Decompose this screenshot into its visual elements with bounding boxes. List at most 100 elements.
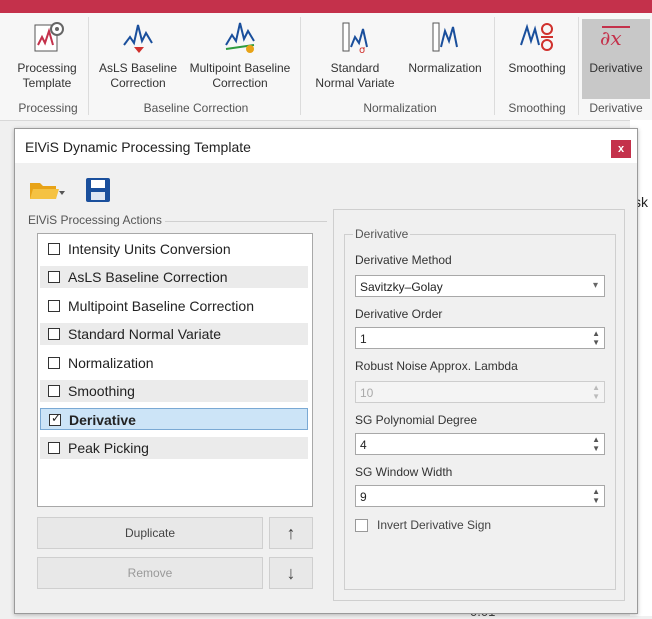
- smoothing-icon: [520, 23, 553, 51]
- action-label: Smoothing: [68, 383, 135, 399]
- ribbon-separator: [300, 17, 301, 115]
- remove-button[interactable]: Remove: [37, 557, 263, 589]
- order-value: 1: [360, 332, 367, 346]
- action-checkbox-checked[interactable]: ✓: [49, 411, 62, 426]
- derivative-order-spinner[interactable]: 1 ▲ ▼: [355, 327, 605, 349]
- degree-label: SG Polynomial Degree: [355, 413, 478, 427]
- action-label: Normalization: [68, 355, 154, 371]
- arrow-up-icon: ↑: [286, 523, 296, 543]
- action-label: Intensity Units Conversion: [68, 241, 231, 257]
- action-label: Standard Normal Variate: [68, 326, 222, 342]
- derivative-icon: ∂x: [600, 26, 630, 50]
- spinner-arrows-icon[interactable]: ▲ ▼: [592, 487, 600, 505]
- dialog-title: ElViS Dynamic Processing Template: [25, 139, 251, 155]
- actions-legend: ElViS Processing Actions: [25, 213, 165, 227]
- action-label: Derivative: [69, 412, 136, 428]
- duplicate-label: Duplicate: [124, 526, 176, 540]
- invert-sign-label: Invert Derivative Sign: [377, 518, 492, 532]
- action-item[interactable]: AsLS Baseline Correction: [40, 266, 308, 288]
- action-checkbox[interactable]: [48, 271, 60, 283]
- action-checkbox[interactable]: [48, 300, 60, 312]
- action-item[interactable]: Standard Normal Variate: [40, 323, 308, 345]
- snv-icon: σ: [342, 22, 368, 55]
- lambda-value: 10: [360, 386, 374, 400]
- action-label: Multipoint Baseline Correction: [68, 298, 254, 314]
- close-icon: x: [617, 143, 625, 155]
- move-down-button[interactable]: ↓: [269, 557, 313, 589]
- smoothing-button[interactable]: Smoothing: [500, 19, 574, 99]
- asls-baseline-button[interactable]: AsLS Baseline Correction: [96, 19, 180, 99]
- width-value: 9: [360, 490, 367, 504]
- duplicate-button[interactable]: Duplicate: [37, 517, 263, 549]
- action-item[interactable]: Smoothing: [40, 380, 308, 402]
- derivative-method-select[interactable]: Savitzky–Golay ▾: [355, 275, 605, 297]
- spinner-arrows-icon[interactable]: ▲ ▼: [592, 435, 600, 453]
- window-width-spinner[interactable]: 9 ▲ ▼: [355, 485, 605, 507]
- asls-baseline-icon: [123, 24, 153, 53]
- derivative-settings-group: Derivative Derivative Method Savitzky–Go…: [344, 227, 616, 590]
- actions-listbox[interactable]: Intensity Units Conversion AsLS Baseline…: [37, 233, 313, 507]
- derivative-label: Derivative: [589, 61, 643, 75]
- derivative-button[interactable]: ∂x Derivative: [582, 19, 650, 99]
- dialog-body: ElViS Processing Actions Intensity Units…: [15, 163, 637, 613]
- svg-text:σ: σ: [359, 45, 366, 55]
- method-label: Derivative Method: [355, 253, 452, 267]
- action-item-selected[interactable]: ✓ Derivative: [40, 408, 308, 430]
- smoothing-label: Smoothing: [508, 61, 566, 75]
- open-folder-icon[interactable]: [29, 177, 65, 203]
- move-up-button[interactable]: ↑: [269, 517, 313, 549]
- lambda-spinner[interactable]: 10 ▲ ▼: [355, 381, 605, 403]
- invert-sign-checkbox[interactable]: [355, 519, 368, 532]
- template-gear-icon: [34, 22, 64, 52]
- group-label-processing: Processing: [18, 101, 78, 115]
- spinner-arrows-icon[interactable]: ▲ ▼: [592, 329, 600, 347]
- ribbon-separator: [578, 17, 579, 115]
- snv-button[interactable]: σ Standard Normal Variate: [310, 19, 400, 99]
- polynomial-degree-spinner[interactable]: 4 ▲ ▼: [355, 433, 605, 455]
- group-label-derivative: Derivative: [589, 101, 643, 115]
- action-checkbox[interactable]: [48, 243, 60, 255]
- svg-text:∂x: ∂x: [600, 26, 622, 50]
- group-label-smoothing: Smoothing: [508, 101, 566, 115]
- action-label: Peak Picking: [68, 440, 149, 456]
- order-label: Derivative Order: [355, 307, 443, 321]
- ribbon: Processing Template AsLS Baseline Correc…: [0, 13, 652, 121]
- processing-template-button[interactable]: Processing Template: [14, 19, 80, 99]
- save-icon[interactable]: [85, 177, 111, 203]
- method-value: Savitzky–Golay: [360, 280, 443, 294]
- check-icon: ✓: [51, 411, 62, 425]
- action-item[interactable]: Intensity Units Conversion: [40, 238, 308, 260]
- action-checkbox[interactable]: [48, 328, 60, 340]
- processing-template-label: Processing Template: [17, 61, 77, 90]
- multipoint-baseline-button[interactable]: Multipoint Baseline Correction: [184, 19, 296, 99]
- spinner-arrows-icon[interactable]: ▲ ▼: [592, 383, 600, 401]
- ribbon-separator: [88, 17, 89, 115]
- close-button[interactable]: x: [611, 140, 631, 158]
- arrow-down-icon: ↓: [286, 563, 296, 583]
- remove-label: Remove: [127, 566, 173, 580]
- snv-label: Standard Normal Variate: [315, 61, 395, 90]
- group-label-baseline: Baseline Correction: [143, 101, 249, 115]
- multipoint-baseline-label: Multipoint Baseline Correction: [189, 61, 291, 90]
- action-checkbox[interactable]: [48, 385, 60, 397]
- derivative-legend: Derivative: [353, 227, 411, 241]
- width-label: SG Window Width: [355, 465, 453, 479]
- action-item[interactable]: Multipoint Baseline Correction: [40, 295, 308, 317]
- ribbon-separator: [494, 17, 495, 115]
- action-item[interactable]: Peak Picking: [40, 437, 308, 459]
- normalization-button[interactable]: Normalization: [402, 19, 488, 99]
- normalization-icon: [432, 22, 458, 52]
- normalization-label: Normalization: [408, 61, 482, 75]
- action-checkbox[interactable]: [48, 442, 60, 454]
- action-item[interactable]: Normalization: [40, 352, 308, 374]
- settings-panel: Derivative Derivative Method Savitzky–Go…: [333, 209, 625, 601]
- asls-baseline-label: AsLS Baseline Correction: [98, 61, 178, 90]
- chevron-down-icon: ▾: [592, 280, 598, 291]
- lambda-label: Robust Noise Approx. Lambda: [355, 359, 518, 373]
- group-label-normalization: Normalization: [363, 101, 437, 115]
- action-checkbox[interactable]: [48, 357, 60, 369]
- processing-template-dialog: ElViS Dynamic Processing Template x ElVi…: [14, 128, 638, 614]
- degree-value: 4: [360, 438, 367, 452]
- multipoint-baseline-icon: [225, 22, 255, 53]
- app-top-bar: [0, 0, 652, 13]
